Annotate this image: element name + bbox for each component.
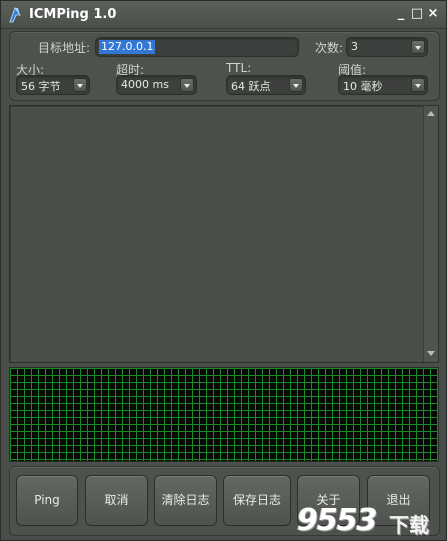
target-address-input[interactable]: 127.0.0.1 — [95, 37, 299, 57]
count-select[interactable]: 3 — [346, 37, 428, 57]
ttl-value: 64 跃点 — [231, 80, 271, 93]
size-select[interactable]: 56 字节 — [16, 75, 90, 95]
window-title: ICMPing 1.0 — [29, 7, 117, 22]
app-icon — [9, 7, 21, 23]
cancel-button[interactable]: 取消 — [85, 475, 148, 526]
target-address-value: 127.0.0.1 — [99, 40, 156, 54]
chevron-down-icon[interactable] — [411, 78, 425, 92]
count-label: 次数: — [315, 41, 344, 55]
watermark-number: 9553 — [297, 503, 377, 538]
app-window: ICMPing 1.0 _ □ × 目标地址: 127.0.0.1 次数: 3 … — [0, 0, 447, 541]
minimize-button[interactable]: _ — [394, 7, 408, 21]
target-label: 目标地址: — [38, 41, 91, 55]
site-watermark: 9553 下载 — [297, 503, 447, 541]
arrow-up-icon[interactable] — [426, 109, 436, 119]
log-scrollbar[interactable] — [423, 106, 438, 362]
timeout-select[interactable]: 4000 ms — [116, 75, 197, 95]
count-value: 3 — [351, 40, 358, 53]
chevron-down-icon[interactable] — [289, 78, 303, 92]
size-value: 56 字节 — [21, 80, 61, 93]
chevron-down-icon[interactable] — [73, 78, 87, 92]
maximize-button[interactable]: □ — [410, 7, 424, 21]
clear-log-button[interactable]: 清除日志 — [154, 475, 217, 526]
log-output[interactable] — [9, 105, 439, 363]
ttl-label: TTL: — [226, 61, 252, 75]
chevron-down-icon[interactable] — [180, 78, 194, 92]
save-log-button[interactable]: 保存日志 — [223, 475, 291, 526]
threshold-value: 10 毫秒 — [343, 80, 383, 93]
ping-button[interactable]: Ping — [16, 475, 78, 526]
close-button[interactable]: × — [426, 7, 440, 21]
timeout-value: 4000 ms — [121, 78, 169, 91]
threshold-select[interactable]: 10 毫秒 — [338, 75, 428, 95]
chevron-down-icon[interactable] — [411, 40, 425, 54]
title-bar[interactable]: ICMPing 1.0 _ □ × — [1, 1, 446, 29]
arrow-down-icon[interactable] — [426, 349, 436, 359]
ttl-select[interactable]: 64 跃点 — [226, 75, 306, 95]
latency-graph — [9, 367, 439, 462]
watermark-text: 下载 — [389, 513, 429, 537]
